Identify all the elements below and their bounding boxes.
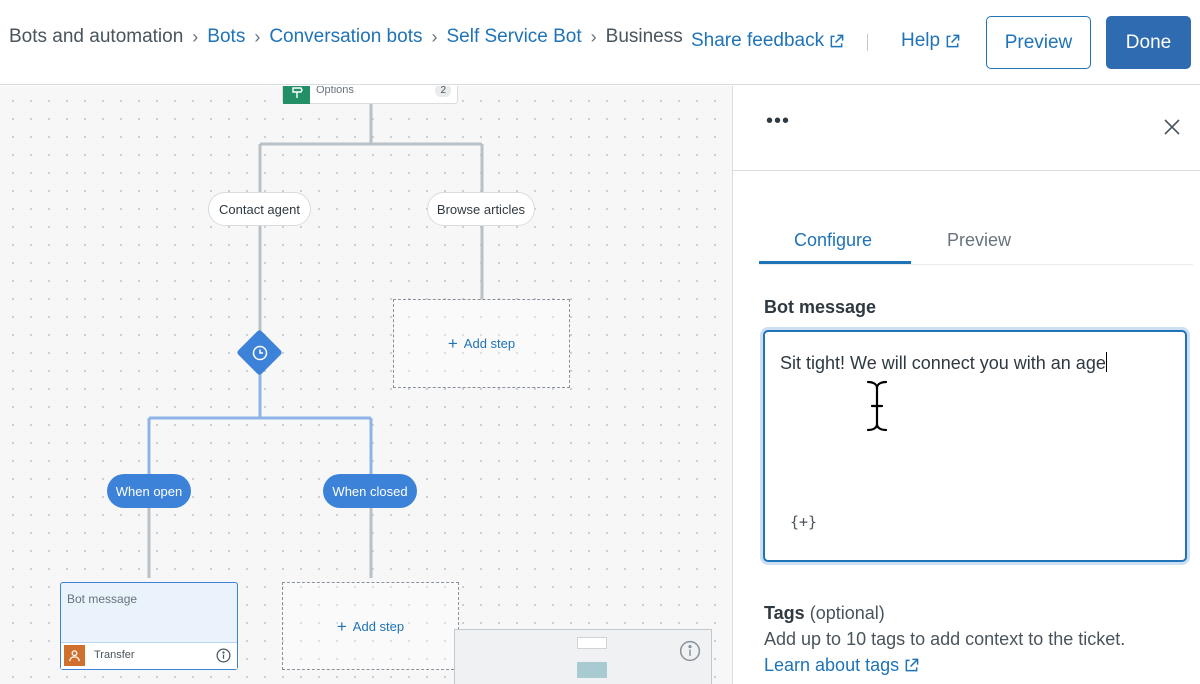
more-options-icon[interactable]: ••• xyxy=(766,110,790,133)
step-config-panel: ••• Configure Preview Bot message Sit ti… xyxy=(732,86,1200,684)
tab-preview[interactable]: Preview xyxy=(947,230,1011,251)
breadcrumb-bots[interactable]: Bots xyxy=(207,26,245,48)
branch-when-closed[interactable]: When closed xyxy=(323,474,417,508)
bot-message-card-footer: Transfer xyxy=(61,642,237,669)
chevron-right-icon: › xyxy=(431,26,438,47)
breadcrumb-self-service-bot[interactable]: Self Service Bot xyxy=(446,26,581,48)
share-feedback-link[interactable]: Share feedback xyxy=(691,30,844,52)
info-icon[interactable] xyxy=(679,640,701,662)
chevron-right-icon: › xyxy=(254,26,261,47)
options-count-badge: 2 xyxy=(435,86,451,97)
panel-tabs: Configure Preview xyxy=(759,228,1193,265)
breadcrumb-current-page: Business xyxy=(605,26,683,47)
chevron-right-icon: › xyxy=(590,26,597,47)
flow-canvas[interactable]: Options 2 Contact agent Browse articles … xyxy=(0,86,732,684)
options-node[interactable]: Options 2 xyxy=(282,86,458,104)
text-caret xyxy=(1105,352,1107,372)
bot-message-text: Sit tight! We will connect you with an a… xyxy=(780,352,1107,373)
text-cursor-icon xyxy=(865,379,889,433)
add-step-button[interactable]: + Add step xyxy=(282,582,459,670)
options-icon xyxy=(283,86,310,104)
top-header: Bots and automation › Bots › Conversatio… xyxy=(0,0,1200,85)
add-step-label: Add step xyxy=(463,336,516,351)
tags-help-text: Add up to 10 tags to add context to the … xyxy=(764,629,1126,649)
tab-configure[interactable]: Configure xyxy=(794,230,872,251)
branch-when-open[interactable]: When open xyxy=(107,474,191,508)
tags-label: Tags (optional) xyxy=(764,603,885,623)
branch-browse-articles[interactable]: Browse articles xyxy=(427,192,535,226)
header-divider xyxy=(867,34,868,51)
close-icon[interactable] xyxy=(1163,118,1181,136)
transfer-label: Transfer xyxy=(94,649,135,661)
plus-icon: + xyxy=(447,334,458,353)
done-button[interactable]: Done xyxy=(1106,16,1191,69)
insert-placeholder-button[interactable]: {+} xyxy=(790,513,817,531)
external-link-icon xyxy=(905,658,919,672)
minimap-node xyxy=(577,637,607,649)
person-icon xyxy=(64,645,85,666)
active-tab-indicator xyxy=(759,261,911,264)
preview-button[interactable]: Preview xyxy=(986,16,1091,69)
clock-icon xyxy=(248,341,272,365)
add-step-label: Add step xyxy=(352,618,405,634)
options-node-label: Options xyxy=(316,86,354,96)
breadcrumb-conversation-bots[interactable]: Conversation bots xyxy=(269,26,422,48)
bot-message-label: Bot message xyxy=(764,297,877,317)
bot-message-card-title: Bot message xyxy=(67,592,138,606)
minimap-viewport xyxy=(577,662,607,678)
connector-options-split xyxy=(258,142,484,192)
external-link-icon xyxy=(830,34,844,47)
panel-header: ••• xyxy=(733,86,1200,171)
connector-condition-split xyxy=(147,374,373,474)
branch-contact-agent[interactable]: Contact agent xyxy=(208,192,311,226)
bot-message-textarea[interactable]: Sit tight! We will connect you with an a… xyxy=(763,330,1187,562)
breadcrumb: Bots and automation › Bots › Conversatio… xyxy=(9,26,683,48)
canvas-minimap[interactable] xyxy=(454,629,712,684)
add-step-button[interactable]: + Add step xyxy=(393,299,570,388)
help-link[interactable]: Help xyxy=(901,30,960,52)
learn-about-tags-label: Learn about tags xyxy=(764,655,900,675)
chevron-right-icon: › xyxy=(192,26,199,47)
info-icon[interactable] xyxy=(216,648,231,663)
breadcrumb-bots-and-automation[interactable]: Bots and automation xyxy=(9,26,183,48)
bot-message-card[interactable]: Bot message Transfer xyxy=(60,582,238,670)
help-label: Help xyxy=(901,30,941,51)
external-link-icon xyxy=(946,34,960,47)
share-feedback-label: Share feedback xyxy=(691,30,825,51)
plus-icon: + xyxy=(336,616,347,636)
learn-about-tags-link[interactable]: Learn about tags xyxy=(764,655,919,676)
